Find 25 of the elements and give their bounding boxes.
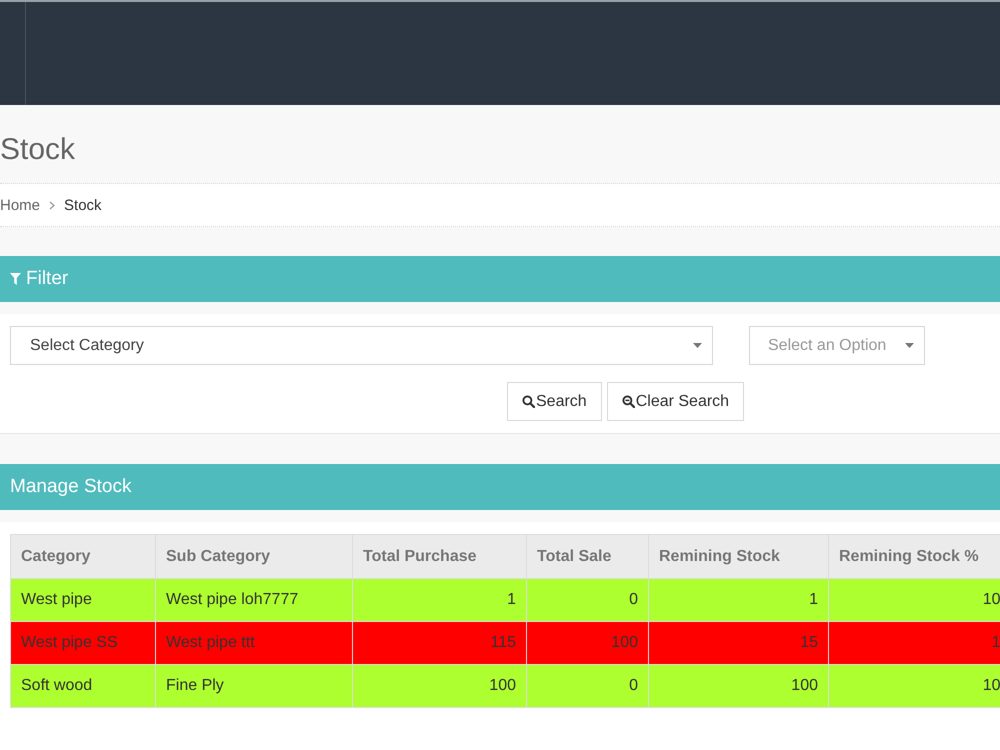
table-cell: Soft wood (10, 664, 156, 708)
panel-title: Manage Stock (10, 476, 132, 498)
filter-icon (10, 273, 21, 285)
chevron-icon (49, 200, 56, 210)
search-button[interactable]: Search (507, 382, 602, 421)
table-cell: 100 (352, 664, 526, 708)
zoom-out-icon (622, 395, 635, 408)
caret-icon (693, 343, 702, 348)
column-header: Total Purchase (352, 534, 526, 578)
table-cell: 100 (648, 664, 828, 708)
column-header: Remining Stock % (828, 534, 1000, 578)
column-header: Category (10, 534, 156, 578)
caret-icon (905, 343, 914, 348)
column-header: Remining Stock (648, 534, 828, 578)
column-header: Total Sale (526, 534, 648, 578)
panel-title: Filter (26, 268, 68, 290)
search-icon (522, 395, 535, 408)
breadcrumb-current: Stock (64, 196, 102, 214)
page-title: Stock (0, 132, 76, 167)
column-header: Sub Category (156, 534, 352, 578)
category-select[interactable]: Select Category (10, 326, 713, 365)
breadcrumb-link[interactable]: Home (0, 196, 40, 214)
table-cell: Fine Ply (156, 664, 352, 708)
clear-search-button[interactable]: Clear Search (606, 382, 744, 421)
table-cell: 0 (526, 664, 648, 708)
